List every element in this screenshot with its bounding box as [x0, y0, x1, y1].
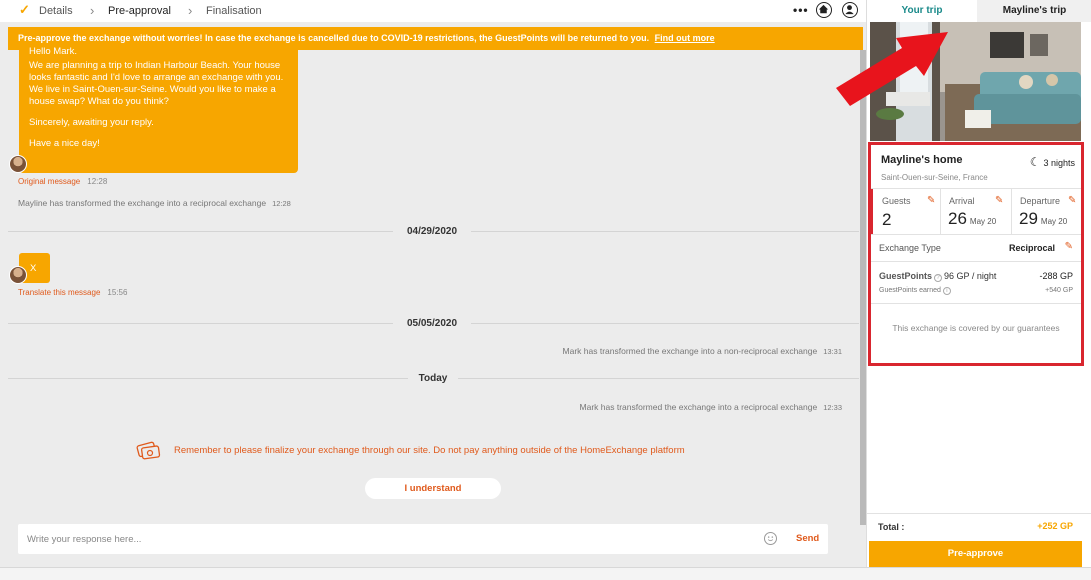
arrival-day: 26	[948, 209, 967, 228]
pencil-icon[interactable]: ✎	[995, 195, 1003, 206]
date-label: Today	[408, 372, 458, 386]
guestpoints-row: GuestPoints? 96 GP / night	[879, 271, 996, 282]
home-icon[interactable]	[816, 2, 832, 18]
message-paragraph: We are planning a trip to Indian Harbour…	[29, 60, 284, 107]
divider	[867, 513, 1091, 514]
guestpoints-earned-label: GuestPoints earned	[879, 287, 941, 294]
tab-your-trip[interactable]: Your trip	[867, 0, 977, 22]
system-message-time: 12:28	[272, 199, 291, 208]
tab-mayline-trip[interactable]: Mayline's trip	[977, 0, 1091, 22]
stepper: ✓ Details › Pre-approval › Finalisation …	[0, 0, 866, 22]
original-message-link[interactable]: Original message	[18, 177, 80, 186]
departure-date: 29 May 20	[1019, 209, 1067, 229]
emoji-icon[interactable]	[764, 532, 777, 545]
message-paragraph: Have a nice day!	[29, 138, 100, 149]
response-input[interactable]	[27, 530, 747, 548]
guarantee-text: This exchange is covered by our guarante…	[892, 323, 1060, 333]
more-icon[interactable]: •••	[793, 3, 809, 17]
home-city: Saint-Ouen-sur-Seine, France	[881, 173, 988, 182]
message-bubble: Hello Mark, We are planning a trip to In…	[19, 46, 298, 173]
banner-find-out-more-link[interactable]: Find out more	[655, 33, 715, 43]
step-details[interactable]: Details	[39, 5, 73, 17]
guestpoints-earned-amount: +540 GP	[1045, 287, 1073, 294]
departure-month: May 20	[1040, 217, 1068, 226]
chevron-right-icon: ›	[188, 3, 193, 18]
i-understand-button[interactable]: I understand	[365, 478, 501, 499]
guests-cell[interactable]: Guests ✎ 2	[871, 189, 940, 234]
pencil-icon[interactable]: ✎	[1068, 195, 1076, 206]
user-icon[interactable]	[842, 2, 858, 18]
info-icon[interactable]: ?	[934, 274, 943, 282]
home-name[interactable]: Mayline's home	[881, 154, 962, 166]
message-text: X	[30, 263, 37, 274]
system-message: Mayline has transformed the exchange int…	[18, 198, 291, 208]
date-label: 05/05/2020	[393, 317, 471, 331]
payment-reminder: Remember to please finalize your exchang…	[136, 436, 776, 466]
pre-approve-button[interactable]: Pre-approve	[869, 541, 1082, 567]
system-message: Mark has transformed the exchange into a…	[563, 346, 842, 356]
guestpoints-rate: 96 GP / night	[944, 271, 997, 281]
avatar	[9, 155, 27, 173]
message-greeting: Hello Mark,	[29, 46, 78, 54]
departure-day: 29	[1019, 209, 1038, 228]
exchange-type-label: Exchange Type	[879, 243, 941, 253]
message-paragraph: Sincerely, awaiting your reply.	[29, 117, 154, 128]
message-meta: Translate this message 15:56	[18, 288, 127, 297]
trip-summary-card: Mayline's home Saint-Ouen-sur-Seine, Fra…	[868, 142, 1084, 366]
guestpoints-earned-row: GuestPoints earned i	[879, 287, 953, 295]
system-message-text: Mark has transformed the exchange into a…	[579, 402, 818, 412]
avatar	[9, 266, 27, 284]
guests-value: 2	[882, 210, 892, 229]
info-icon[interactable]: i	[942, 287, 951, 295]
composer: Send	[18, 524, 828, 554]
arrival-label: Arrival	[949, 196, 975, 206]
system-message-text: Mayline has transformed the exchange int…	[18, 198, 267, 208]
departure-cell[interactable]: Departure ✎ 29 May 20	[1012, 189, 1081, 234]
departure-label: Departure	[1020, 196, 1061, 206]
system-message-time: 13:31	[823, 347, 842, 356]
cash-icon	[136, 441, 161, 460]
system-message: Mark has transformed the exchange into a…	[580, 402, 842, 412]
guestpoints-amount: -288 GP	[1039, 271, 1073, 281]
nights-text: 3 nights	[1043, 158, 1075, 168]
nights-count: ☾ 3 nights	[1030, 155, 1075, 169]
guestpoints-label: GuestPoints	[879, 271, 933, 281]
banner-text: Pre-approve the exchange without worries…	[18, 33, 650, 43]
arrow-annotation	[836, 32, 948, 106]
message-time: 15:56	[107, 288, 128, 297]
step-pre-approval[interactable]: Pre-approval	[108, 5, 171, 17]
message-meta: Original message 12:28	[18, 177, 107, 186]
divider	[871, 234, 1081, 235]
conversation-pane: ✓ Details › Pre-approval › Finalisation …	[0, 0, 866, 580]
check-icon: ✓	[19, 2, 30, 17]
total-value: +252 GP	[1037, 521, 1073, 531]
date-label: 04/29/2020	[393, 225, 471, 239]
system-message-time: 12:33	[823, 403, 842, 412]
divider	[871, 303, 1081, 304]
pencil-icon[interactable]: ✎	[1065, 241, 1073, 252]
arrival-month: May 20	[969, 217, 997, 226]
step-finalisation[interactable]: Finalisation	[206, 5, 262, 17]
moon-icon: ☾	[1029, 155, 1041, 169]
pencil-icon[interactable]: ✎	[927, 195, 935, 206]
message-time: 12:28	[87, 177, 108, 186]
translate-message-link[interactable]: Translate this message	[18, 288, 100, 297]
send-button[interactable]: Send	[796, 533, 819, 544]
window-bottom-strip	[0, 567, 1091, 580]
reminder-text: Remember to please finalize your exchang…	[174, 445, 685, 456]
divider	[871, 261, 1081, 262]
system-message-text: Mark has transformed the exchange into a…	[562, 346, 818, 356]
chevron-right-icon: ›	[90, 3, 95, 18]
exchange-type-value: Reciprocal	[1008, 243, 1055, 253]
arrival-cell[interactable]: Arrival ✎ 26 May 20	[941, 189, 1011, 234]
arrival-date: 26 May 20	[948, 209, 996, 229]
total-label: Total :	[878, 522, 905, 532]
guests-label: Guests	[882, 196, 911, 206]
